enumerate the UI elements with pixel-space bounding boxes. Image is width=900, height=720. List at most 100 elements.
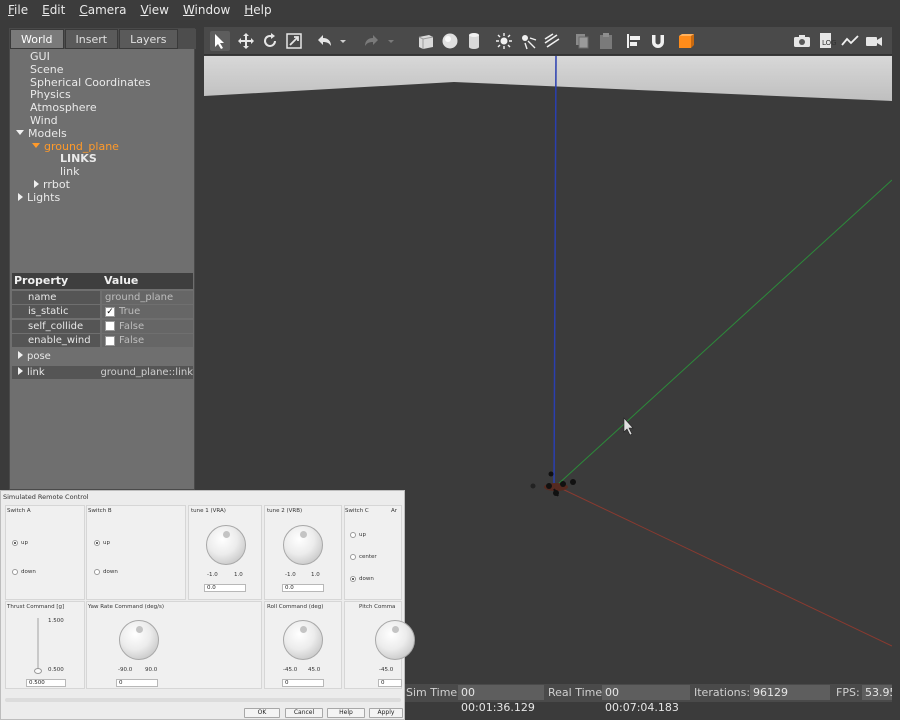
switch-a-label: Switch A — [7, 508, 31, 514]
cancel-button[interactable]: Cancel — [285, 708, 323, 718]
align-button[interactable] — [624, 31, 644, 51]
tune1-label: tune 1 (VRA) — [191, 508, 226, 514]
switch-c-down-radio[interactable] — [350, 576, 356, 582]
roll-spinbox[interactable]: 0 — [282, 679, 324, 687]
link-expander[interactable] — [12, 366, 27, 379]
tab-world[interactable]: World — [10, 29, 64, 49]
screenshot-button[interactable] — [792, 31, 812, 51]
roll-knob[interactable] — [283, 620, 323, 660]
tune1-knob[interactable] — [206, 525, 246, 565]
menu-camera[interactable]: Camera — [71, 3, 132, 17]
ok-button[interactable]: OK — [244, 708, 280, 718]
tab-layers[interactable]: Layers — [119, 29, 178, 49]
sphere-icon — [442, 33, 458, 49]
yaw-knob[interactable] — [119, 620, 159, 660]
tune1-spinbox[interactable]: 0.0 — [204, 584, 246, 592]
self-collide-checkbox[interactable] — [105, 321, 115, 331]
log-button[interactable]: LOG — [816, 31, 837, 51]
sphere-shape-button[interactable] — [440, 31, 460, 51]
switch-c-center-radio[interactable] — [350, 554, 356, 560]
menu-edit[interactable]: Edit — [34, 3, 71, 17]
point-light-button[interactable] — [494, 31, 514, 51]
cylinder-shape-button[interactable] — [464, 31, 484, 51]
snap-button[interactable] — [648, 31, 668, 51]
remote-control-window: Simulated Remote Control Switch A up dow… — [0, 490, 415, 720]
help-button[interactable]: Help — [327, 708, 365, 718]
knob-min-label: -1.0 — [207, 572, 218, 578]
video-record-button[interactable] — [864, 31, 884, 51]
thrust-group — [5, 601, 85, 689]
pitch-knob[interactable] — [375, 620, 415, 660]
directional-light-button[interactable] — [542, 31, 562, 51]
tree-label: Wind — [30, 113, 58, 127]
switch-b-down-radio[interactable] — [94, 569, 100, 575]
switch-a-down-radio[interactable] — [12, 569, 18, 575]
rotate-icon — [264, 33, 276, 47]
undo-button[interactable] — [314, 31, 334, 51]
switch-b-up-radio[interactable] — [94, 540, 100, 546]
thrust-slider-track[interactable] — [37, 618, 39, 673]
button-label: Apply — [377, 709, 395, 716]
property-row-pose[interactable]: pose — [12, 350, 193, 363]
tree-label: link — [60, 165, 80, 179]
tree-item-links[interactable]: LINKS — [10, 152, 196, 166]
rotate-mode-button[interactable] — [260, 31, 280, 51]
yaw-group — [86, 601, 262, 689]
expand-arrow-icon[interactable] — [18, 192, 23, 201]
switch-a-up-radio[interactable] — [12, 540, 18, 546]
translate-mode-button[interactable] — [236, 31, 256, 51]
chevron-down-icon — [340, 40, 346, 43]
menu-window[interactable]: Window — [175, 3, 236, 17]
pose-expander[interactable] — [12, 350, 27, 363]
tree-item-ground-plane[interactable]: ground_plane — [10, 140, 196, 154]
apply-button[interactable]: Apply — [369, 708, 403, 718]
menu-help[interactable]: Help — [236, 3, 277, 17]
scale-mode-button[interactable] — [284, 31, 304, 51]
slider-max-label: 1.500 — [48, 618, 64, 624]
switch-c-up-radio[interactable] — [350, 532, 356, 538]
tune2-knob[interactable] — [283, 525, 323, 565]
paste-icon — [600, 33, 612, 49]
knob-max-label: 90.0 — [145, 667, 158, 673]
value-col-header: Value — [104, 274, 139, 287]
property-value: ground_plane — [105, 291, 174, 303]
property-header: Property Value — [12, 273, 193, 289]
horizontal-scrollbar[interactable] — [5, 698, 401, 702]
arrow-cursor-icon — [215, 34, 224, 49]
tree-item-lights[interactable]: Lights — [10, 191, 196, 205]
is-static-checkbox[interactable]: ✓ — [105, 306, 115, 317]
redo-button[interactable] — [362, 31, 382, 51]
box-shape-button[interactable] — [416, 31, 436, 51]
thrust-spinbox[interactable]: 0.500 — [26, 679, 66, 687]
button-label: Help — [339, 709, 353, 716]
expand-arrow-icon[interactable] — [16, 129, 24, 135]
switch-c-label: Switch C — [345, 508, 369, 514]
undo-history-dropdown[interactable] — [338, 31, 348, 51]
thrust-slider-handle[interactable] — [34, 668, 42, 674]
tree-item-link[interactable]: link — [10, 165, 196, 179]
radio-label: up — [359, 532, 366, 538]
switch-c-group — [344, 505, 402, 600]
redo-history-dropdown[interactable] — [386, 31, 396, 51]
scale-icon — [286, 33, 302, 49]
spot-light-button[interactable] — [518, 31, 538, 51]
property-value: False — [119, 320, 145, 332]
directional-light-icon — [544, 33, 560, 48]
expand-arrow-icon[interactable] — [32, 142, 40, 148]
plot-button[interactable] — [840, 31, 860, 51]
property-row-name: name ground_plane — [12, 290, 193, 304]
change-view-button[interactable] — [676, 31, 696, 51]
tune2-spinbox[interactable]: 0.0 — [282, 584, 324, 592]
expand-arrow-icon[interactable] — [34, 179, 39, 188]
tab-insert[interactable]: Insert — [64, 29, 119, 49]
copy-button[interactable] — [572, 31, 592, 51]
property-row-link[interactable]: link ground_plane::link — [12, 366, 193, 379]
menu-view[interactable]: View — [132, 3, 174, 17]
yaw-spinbox[interactable]: 0 — [116, 679, 158, 687]
select-mode-button[interactable] — [210, 31, 230, 51]
enable-wind-checkbox[interactable] — [105, 335, 115, 346]
name-field[interactable]: ground_plane — [102, 290, 193, 304]
paste-button[interactable] — [596, 31, 616, 51]
menu-file[interactable]: File — [0, 3, 34, 17]
pitch-spinbox[interactable]: 0 — [378, 679, 402, 687]
